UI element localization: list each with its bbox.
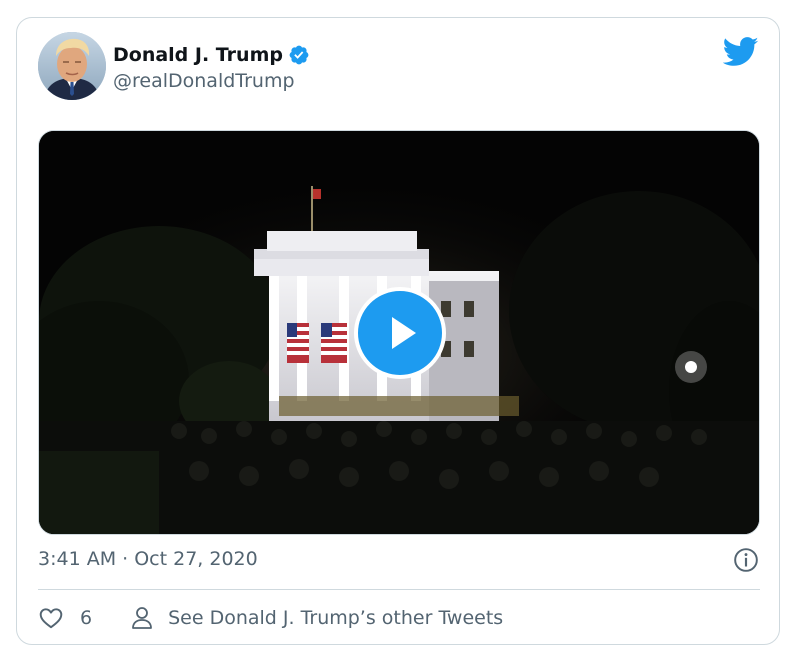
- tweet-actions: 6 See Donald J. Trump’s other Tweets: [38, 603, 503, 633]
- tweet-card[interactable]: Donald J. Trump @realDonaldTrump 3:41 AM…: [16, 17, 780, 645]
- other-tweets-link[interactable]: See Donald J. Trump’s other Tweets: [130, 605, 503, 631]
- avatar-photo: [38, 32, 106, 100]
- author-handle[interactable]: @realDonaldTrump: [113, 70, 295, 92]
- verified-badge-icon: [289, 45, 309, 65]
- play-icon: [392, 317, 416, 349]
- other-tweets-label: See Donald J. Trump’s other Tweets: [168, 607, 504, 629]
- like-button[interactable]: 6: [38, 605, 92, 631]
- tweet-timestamp[interactable]: 3:41 AM · Oct 27, 2020: [38, 548, 258, 570]
- info-icon[interactable]: [733, 547, 759, 573]
- twitter-bird-icon[interactable]: [723, 37, 759, 67]
- author-avatar[interactable]: [38, 32, 106, 100]
- tweet-video[interactable]: [38, 130, 760, 535]
- author-display-name[interactable]: Donald J. Trump: [113, 44, 283, 66]
- divider: [38, 589, 760, 590]
- person-icon: [132, 607, 152, 629]
- play-button[interactable]: [354, 287, 446, 379]
- heart-icon: [39, 608, 63, 629]
- like-count: 6: [80, 607, 93, 629]
